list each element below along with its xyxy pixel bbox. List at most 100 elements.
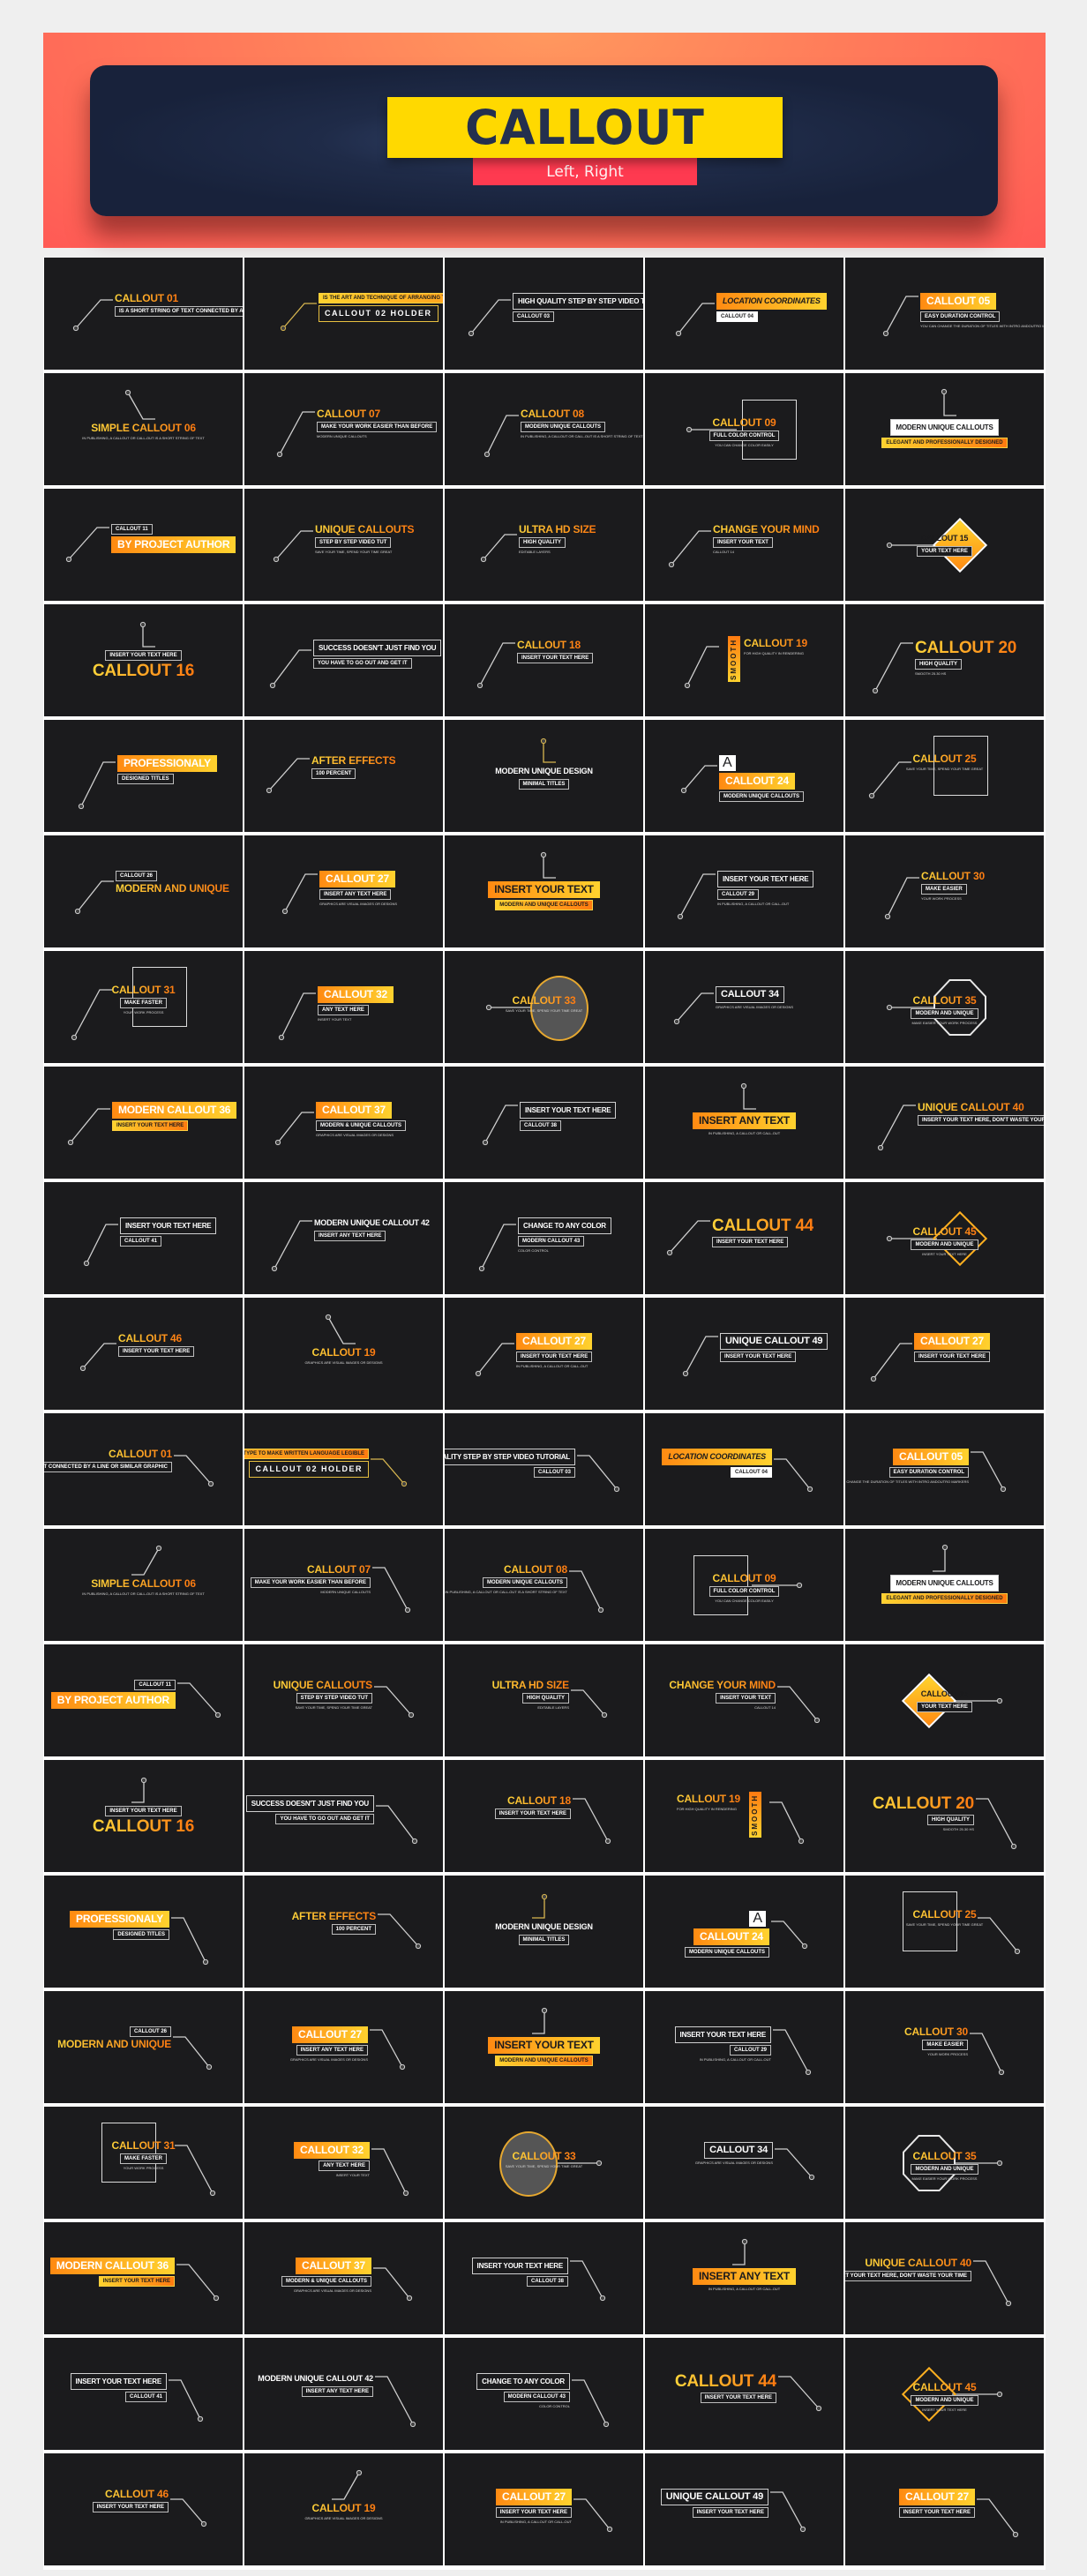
callout-tile-15-left[interactable]: CALLOUT 15 YOUR TEXT HERE bbox=[845, 489, 1044, 601]
callout-tile-11-left[interactable]: CALLOUT 11 BY PROJECT AUTHOR bbox=[44, 489, 243, 601]
callout-tile-35-right[interactable]: CALLOUT 35 MODERN AND UNIQUE MAKE EASIER Y… bbox=[845, 2107, 1044, 2219]
callout-tile-27-left[interactable]: CALLOUT 27 INSERT ANY TEXT HERE GRAPHICS A… bbox=[244, 835, 443, 947]
callout-tile-12-left[interactable]: UNIQUE CALLOUTS STEP BY STEP VIDEO TUT SAV… bbox=[244, 489, 443, 601]
callout-tile-25-right[interactable]: CALLOUT 25 SAVE YOUR TIME, SPEND YOUR TIM… bbox=[845, 1876, 1044, 1988]
callout-tile-13-left[interactable]: ULTRA HD SIZE HIGH QUALITY EDITABLE LAYERS bbox=[445, 489, 643, 601]
callout-tile-49-left[interactable]: UNIQUE CALLOUT 49 INSERT YOUR TEXT HERE bbox=[645, 1298, 843, 1410]
callout-tile-32-right[interactable]: CALLOUT 32 ANY TEXT HERE INSERT YOUR TEXT bbox=[244, 2107, 443, 2219]
callout-tile-13-right[interactable]: ULTRA HD SIZE HIGH QUALITY EDITABLE LAYERS bbox=[445, 1644, 643, 1756]
callout-tile-33-right[interactable]: CALLOUT 33 SAVE YOUR TIME, SPEND YOUR TIM… bbox=[445, 2107, 643, 2219]
callout-tile-28-left[interactable]: INSERT YOUR TEXT MODERN AND UNIQUE CALLOU… bbox=[445, 835, 643, 947]
callout-tile-39-right[interactable]: INSERT ANY TEXT IN PUBLISHING, A CALLOUT … bbox=[645, 2222, 843, 2334]
callout-tile-04-right[interactable]: LOCATION COORDINATES CALLOUT 04 bbox=[645, 1413, 843, 1525]
callout-tile-09-right[interactable]: CALLOUT 09 FULL COLOR CONTROL YOU CAN CHAN… bbox=[645, 1529, 843, 1641]
callout-tile-40-left[interactable]: UNIQUE CALLOUT 40 INSERT YOUR TEXT HERE, … bbox=[845, 1067, 1044, 1179]
callout-tile-24-right[interactable]: A CALLOUT 24 MODERN UNIQUE CALLOUTS bbox=[645, 1876, 843, 1988]
callout-tile-22-left[interactable]: AFTER EFFECTS 100 PERCENT bbox=[244, 720, 443, 832]
callout-tile-07-left[interactable]: CALLOUT 07 MAKE YOUR WORK EASIER THAN BEF… bbox=[244, 373, 443, 485]
callout-tile-18-right[interactable]: CALLOUT 18 INSERT YOUR TEXT HERE bbox=[445, 1760, 643, 1872]
callout-tile-12-right[interactable]: UNIQUE CALLOUTS STEP BY STEP VIDEO TUT SAV… bbox=[244, 1644, 443, 1756]
callout-tile-34-right[interactable]: CALLOUT 34 GRAPHICS ARE VISUAL IMAGES OR … bbox=[645, 2107, 843, 2219]
callout-tile-21-left[interactable]: PROFESSIONALY DESIGNED TITLES bbox=[44, 720, 243, 832]
callout-tile-01-right[interactable]: CALLOUT 01 IS A SHORT STRING OF TEXT CONN… bbox=[44, 1413, 243, 1525]
callout-tile-42-left[interactable]: MODERN UNIQUE CALLOUT 42 INSERT ANY TEXT … bbox=[244, 1182, 443, 1294]
callout-tile-23-right[interactable]: MODERN UNIQUE DESIGN MINIMAL TITLES bbox=[445, 1876, 643, 1988]
callout-tile-43-left[interactable]: CHANGE TO ANY COLOR MODERN CALLOUT 43 COLO… bbox=[445, 1182, 643, 1294]
callout-tile-05-left[interactable]: CALLOUT 05 EASY DURATION CONTROL YOU CAN C… bbox=[845, 258, 1044, 370]
callout-tile-50-right[interactable]: CALLOUT 27 INSERT YOUR TEXT HERE bbox=[845, 2453, 1044, 2565]
callout-tile-37-left[interactable]: CALLOUT 37 MODERN & UNIQUE CALLOUTS GRAPHI… bbox=[244, 1067, 443, 1179]
callout-tile-17-left[interactable]: SUCCESS DOESN'T JUST FIND YOU YOU HAVE TO… bbox=[244, 604, 443, 716]
callout-tile-14-right[interactable]: CHANGE YOUR MIND INSERT YOUR TEXT CALLOUT … bbox=[645, 1644, 843, 1756]
callout-tile-31-left[interactable]: CALLOUT 31 MAKE FASTER YOUR WORK PROCESS bbox=[44, 951, 243, 1063]
callout-tile-29-left[interactable]: INSERT YOUR TEXT HERE CALLOUT 29 IN PUBLIS… bbox=[645, 835, 843, 947]
callout-tile-22-right[interactable]: AFTER EFFECTS 100 PERCENT bbox=[244, 1876, 443, 1988]
callout-tile-30-right[interactable]: CALLOUT 30 MAKE EASIER YOUR WORK PROCESS bbox=[845, 1991, 1044, 2103]
callout-tile-08-left[interactable]: CALLOUT 08 MODERN UNIQUE CALLOUTS IN PUBLI… bbox=[445, 373, 643, 485]
callout-tile-42-right[interactable]: MODERN UNIQUE CALLOUT 42 INSERT ANY TEXT … bbox=[244, 2338, 443, 2450]
callout-tile-02-right[interactable]: IS THE ART AND TECHNIQUE OF ARRANGING TY… bbox=[244, 1413, 443, 1525]
callout-tile-46-left[interactable]: CALLOUT 46 INSERT YOUR TEXT HERE bbox=[44, 1298, 243, 1410]
callout-tile-03-left[interactable]: HIGH QUALITY STEP BY STEP VIDEO TUTORIAL… bbox=[445, 258, 643, 370]
callout-tile-16-right[interactable]: INSERT YOUR TEXT HERE CALLOUT 16 bbox=[44, 1760, 243, 1872]
callout-tile-48-right[interactable]: CALLOUT 27 INSERT YOUR TEXT HERE IN PUBLIS… bbox=[445, 2453, 643, 2565]
callout-tile-09-left[interactable]: CALLOUT 09 FULL COLOR CONTROL YOU CAN CHAN… bbox=[645, 373, 843, 485]
callout-tile-15-right[interactable]: CALLOUT 15 YOUR TEXT HERE bbox=[845, 1644, 1044, 1756]
callout-tile-36-right[interactable]: MODERN CALLOUT 36 INSERT YOUR TEXT HERE bbox=[44, 2222, 243, 2334]
callout-tile-10-right[interactable]: MODERN UNIQUE CALLOUTS ELEGANT AND PROFES… bbox=[845, 1529, 1044, 1641]
callout-tile-45-right[interactable]: CALLOUT 45 MODERN AND UNIQUE INSERT YOUR T… bbox=[845, 2338, 1044, 2450]
callout-tile-07-right[interactable]: CALLOUT 07 MAKE YOUR WORK EASIER THAN BEF… bbox=[244, 1529, 443, 1641]
callout-tile-05-right[interactable]: CALLOUT 05 EASY DURATION CONTROLYOU CAN C… bbox=[845, 1413, 1044, 1525]
callout-tile-06-right[interactable]: SIMPLE CALLOUT 06 IN PUBLISHING, A CALLOU… bbox=[44, 1529, 243, 1641]
callout-tile-30-left[interactable]: CALLOUT 30 MAKE EASIER YOUR WORK PROCESS bbox=[845, 835, 1044, 947]
callout-tile-33-left[interactable]: CALLOUT 33 SAVE YOUR TIME, SPEND YOUR TIM… bbox=[445, 951, 643, 1063]
callout-tile-40-right[interactable]: UNIQUE CALLOUT 40 INSERT YOUR TEXT HERE, … bbox=[845, 2222, 1044, 2334]
callout-tile-24-left[interactable]: A CALLOUT 24 MODERN UNIQUE CALLOUTS bbox=[645, 720, 843, 832]
callout-tile-02-left[interactable]: IS THE ART AND TECHNIQUE OF ARRANGING TY… bbox=[244, 258, 443, 370]
callout-tile-48-left[interactable]: CALLOUT 27 INSERT YOUR TEXT HERE IN PUBLIS… bbox=[445, 1298, 643, 1410]
callout-tile-38-right[interactable]: INSERT YOUR TEXT HERE CALLOUT 38 bbox=[445, 2222, 643, 2334]
callout-tile-01-left[interactable]: CALLOUT 01 IS A SHORT STRING OF TEXT CONN… bbox=[44, 258, 243, 370]
callout-tile-34-left[interactable]: CALLOUT 34 GRAPHICS ARE VISUAL IMAGES OR … bbox=[645, 951, 843, 1063]
callout-tile-06-left[interactable]: SIMPLE CALLOUT 06 IN PUBLISHING, A CALLOU… bbox=[44, 373, 243, 485]
callout-tile-16-left[interactable]: INSERT YOUR TEXT HERE CALLOUT 16 bbox=[44, 604, 243, 716]
callout-tile-32-left[interactable]: CALLOUT 32 ANY TEXT HERE INSERT YOUR TEXT bbox=[244, 951, 443, 1063]
callout-tile-23-left[interactable]: MODERN UNIQUE DESIGN MINIMAL TITLES bbox=[445, 720, 643, 832]
callout-tile-36-left[interactable]: MODERN CALLOUT 36 INSERT YOUR TEXT HERE bbox=[44, 1067, 243, 1179]
callout-tile-20-right[interactable]: CALLOUT 20 HIGH QUALITY SMOOTH 25.30 HS bbox=[845, 1760, 1044, 1872]
callout-tile-35-left[interactable]: CALLOUT 35 MODERN AND UNIQUE MAKE EASIER Y… bbox=[845, 951, 1044, 1063]
callout-tile-19-right[interactable]: SMOOTH CALLOUT 19 FOR HIGH QUALITY IN REND… bbox=[645, 1760, 843, 1872]
callout-tile-04-left[interactable]: LOCATION COORDINATES CALLOUT 04 bbox=[645, 258, 843, 370]
callout-tile-43-right[interactable]: CHANGE TO ANY COLOR MODERN CALLOUT 43 COLO… bbox=[445, 2338, 643, 2450]
callout-tile-41-left[interactable]: INSERT YOUR TEXT HERE CALLOUT 41 bbox=[44, 1182, 243, 1294]
callout-tile-45-left[interactable]: CALLOUT 45 MODERN AND UNIQUE INSERT YOUR T… bbox=[845, 1182, 1044, 1294]
callout-tile-49-right[interactable]: UNIQUE CALLOUT 49 INSERT YOUR TEXT HERE bbox=[645, 2453, 843, 2565]
callout-tile-19-left[interactable]: SMOOTH CALLOUT 19 FOR HIGH QUALITY IN REND… bbox=[645, 604, 843, 716]
callout-tile-37-right[interactable]: CALLOUT 37 MODERN & UNIQUE CALLOUTS GRAPHI… bbox=[244, 2222, 443, 2334]
callout-tile-11-right[interactable]: CALLOUT 11 BY PROJECT AUTHOR bbox=[44, 1644, 243, 1756]
callout-tile-14-left[interactable]: CHANGE YOUR MIND INSERT YOUR TEXT CALLOUT … bbox=[645, 489, 843, 601]
callout-tile-41-right[interactable]: INSERT YOUR TEXT HERE CALLOUT 41 bbox=[44, 2338, 243, 2450]
callout-tile-08-right[interactable]: CALLOUT 08 MODERN UNIQUE CALLOUTS IN PUBLI… bbox=[445, 1529, 643, 1641]
callout-tile-39-left[interactable]: INSERT ANY TEXT IN PUBLISHING, A CALLOUT … bbox=[645, 1067, 843, 1179]
callout-tile-44-left[interactable]: CALLOUT 44 INSERT YOUR TEXT HERE bbox=[645, 1182, 843, 1294]
callout-tile-20-left[interactable]: CALLOUT 20 HIGH QUALITY SMOOTH 25.30 HS bbox=[845, 604, 1044, 716]
callout-tile-31-right[interactable]: CALLOUT 31 MAKE FASTER YOUR WORK PROCESS bbox=[44, 2107, 243, 2219]
callout-tile-17-right[interactable]: SUCCESS DOESN'T JUST FIND YOU YOU HAVE TO… bbox=[244, 1760, 443, 1872]
callout-tile-21-right[interactable]: PROFESSIONALY DESIGNED TITLES bbox=[44, 1876, 243, 1988]
callout-tile-44-right[interactable]: CALLOUT 44 INSERT YOUR TEXT HERE bbox=[645, 2338, 843, 2450]
callout-tile-10-left[interactable]: MODERN UNIQUE CALLOUTS ELEGANT AND PROFES… bbox=[845, 373, 1044, 485]
callout-tile-28-right[interactable]: INSERT YOUR TEXT MODERN AND UNIQUE CALLOU… bbox=[445, 1991, 643, 2103]
callout-tile-18-left[interactable]: CALLOUT 18 INSERT YOUR TEXT HERE bbox=[445, 604, 643, 716]
callout-tile-47-right[interactable]: CALLOUT 19 GRAPHICS ARE VISUAL IMAGES OR … bbox=[244, 2453, 443, 2565]
callout-tile-26-right[interactable]: CALLOUT 26 MODERN AND UNIQUE bbox=[44, 1991, 243, 2103]
callout-tile-38-left[interactable]: INSERT YOUR TEXT HERE CALLOUT 38 bbox=[445, 1067, 643, 1179]
callout-tile-03-right[interactable]: HIGH QUALITY STEP BY STEP VIDEO TUTORIAL… bbox=[445, 1413, 643, 1525]
callout-tile-26-left[interactable]: CALLOUT 26 MODERN AND UNIQUE bbox=[44, 835, 243, 947]
callout-tile-50-left[interactable]: CALLOUT 27 INSERT YOUR TEXT HERE bbox=[845, 1298, 1044, 1410]
callout-tile-46-right[interactable]: CALLOUT 46 INSERT YOUR TEXT HERE bbox=[44, 2453, 243, 2565]
callout-tile-29-right[interactable]: INSERT YOUR TEXT HERE CALLOUT 29 IN PUBLIS… bbox=[645, 1991, 843, 2103]
callout-tile-47-left[interactable]: CALLOUT 19 GRAPHICS ARE VISUAL IMAGES OR … bbox=[244, 1298, 443, 1410]
callout-tile-25-left[interactable]: CALLOUT 25 SAVE YOUR TIME, SPEND YOUR TIM… bbox=[845, 720, 1044, 832]
callout-tile-27-right[interactable]: CALLOUT 27 INSERT ANY TEXT HERE GRAPHICS A… bbox=[244, 1991, 443, 2103]
